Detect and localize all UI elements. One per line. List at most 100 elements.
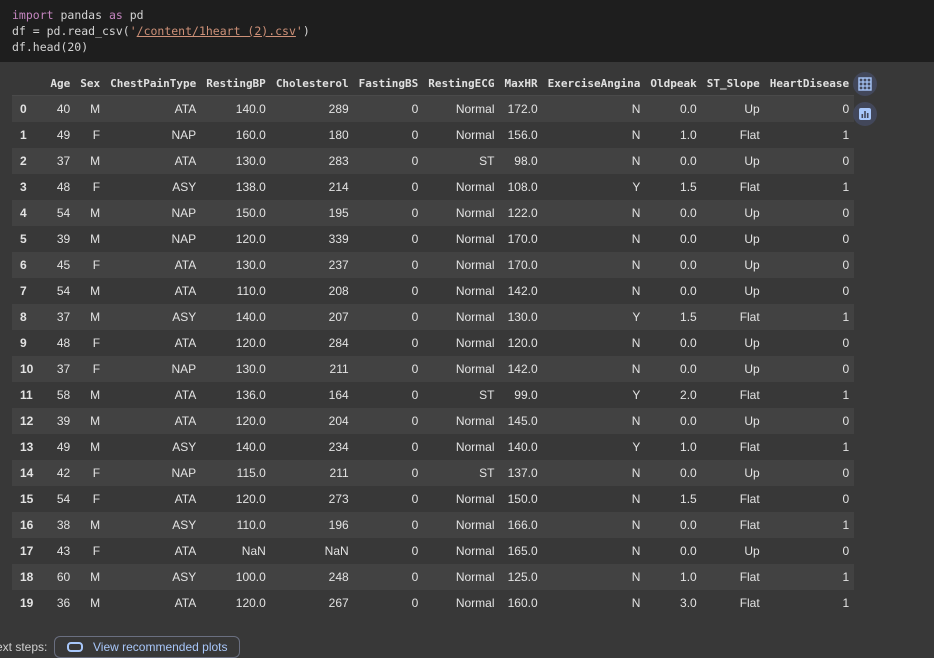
table-cell: 142.0 xyxy=(507,284,538,298)
table-cell: M xyxy=(90,596,101,610)
table-cell: N xyxy=(631,284,641,298)
table-cell: 1.0 xyxy=(680,440,697,454)
column-header: Sex xyxy=(75,72,106,96)
table-cell: 145.0 xyxy=(507,414,538,428)
table-cell: ASY xyxy=(172,570,197,584)
code-cell[interactable]: import pandas as pd df = pd.read_csv('/c… xyxy=(0,0,934,62)
table-cell: ATA xyxy=(174,284,197,298)
table-cell: NAP xyxy=(171,232,197,246)
row-index: 10 xyxy=(20,362,34,376)
table-cell: N xyxy=(631,544,641,558)
table-cell: Normal xyxy=(455,180,495,194)
cell-output: Age Sex ChestPainType RestingBP Cholesterol F… xyxy=(0,62,934,649)
table-cell: 0 xyxy=(411,596,419,610)
table-cell: 170.0 xyxy=(507,232,538,246)
table-row: 8 37 M ASY 140.0 207 0 Normal 130.0 Y 1.5 Flat 1 xyxy=(12,304,855,330)
table-cell: 100.0 xyxy=(235,570,266,584)
table-cell: 37 xyxy=(56,154,71,168)
table-cell: Flat xyxy=(739,180,760,194)
table-cell: 130.0 xyxy=(235,362,266,376)
table-cell: N xyxy=(631,206,641,220)
table-cell: N xyxy=(631,492,641,506)
table-cell: 0 xyxy=(842,284,850,298)
table-cell: 1 xyxy=(842,310,850,324)
table-cell: Normal xyxy=(455,570,495,584)
row-index: 6 xyxy=(20,258,27,272)
table-cell: 98.0 xyxy=(514,154,538,168)
table-cell: 0.0 xyxy=(680,154,697,168)
column-header: ExerciseAngina xyxy=(542,72,646,96)
table-cell: 0.0 xyxy=(680,518,697,532)
table-cell: ATA xyxy=(174,258,197,272)
table-cell: F xyxy=(92,258,101,272)
table-cell: F xyxy=(92,362,101,376)
table-cell: N xyxy=(631,570,641,584)
table-cell: N xyxy=(631,596,641,610)
table-cell: 165.0 xyxy=(507,544,538,558)
table-cell: Normal xyxy=(455,232,495,246)
table-cell: 0 xyxy=(411,206,419,220)
table-cell: ATA xyxy=(174,596,197,610)
table-cell: 0.0 xyxy=(680,232,697,246)
table-cell: 0 xyxy=(842,544,850,558)
table-cell: 0 xyxy=(411,440,419,454)
table-cell: F xyxy=(92,544,101,558)
table-cell: M xyxy=(90,570,101,584)
table-cell: 40 xyxy=(56,102,71,116)
table-row: 2 37 M ATA 130.0 283 0 ST 98.0 N 0.0 Up 0 xyxy=(12,148,855,174)
table-row: 11 58 M ATA 136.0 164 0 ST 99.0 Y 2.0 Flat 1 xyxy=(12,382,855,408)
file-path-link[interactable]: /content/1heart (2).csv xyxy=(137,24,296,38)
table-cell: 138.0 xyxy=(235,180,266,194)
table-cell: 120.0 xyxy=(235,492,266,506)
row-index: 19 xyxy=(20,596,34,610)
table-cell: ATA xyxy=(174,388,197,402)
table-cell: 0.0 xyxy=(680,336,697,350)
table-cell: 273 xyxy=(328,492,349,506)
table-cell: N xyxy=(631,128,641,142)
table-cell: 0 xyxy=(842,414,850,428)
table-cell: 108.0 xyxy=(507,180,538,194)
table-cell: 125.0 xyxy=(507,570,538,584)
column-header: MaxHR xyxy=(499,72,543,96)
table-cell: 150.0 xyxy=(507,492,538,506)
table-cell: N xyxy=(631,518,641,532)
row-index: 17 xyxy=(20,544,34,558)
table-cell: 0 xyxy=(411,336,419,350)
table-cell: Up xyxy=(744,232,760,246)
table-icon[interactable] xyxy=(853,72,877,96)
table-cell: 0 xyxy=(411,466,419,480)
table-cell: N xyxy=(631,336,641,350)
code-line-2: df = pd.read_csv('/content/1heart (2).cs… xyxy=(12,23,934,39)
table-cell: Normal xyxy=(455,206,495,220)
row-index: 3 xyxy=(20,180,27,194)
table-cell: 115.0 xyxy=(236,466,266,480)
table-cell: Y xyxy=(632,440,641,454)
table-cell: 0 xyxy=(842,258,850,272)
table-cell: 0 xyxy=(411,362,419,376)
table-cell: 156.0 xyxy=(507,128,538,142)
table-cell: ST xyxy=(479,154,495,168)
table-cell: 110.0 xyxy=(236,284,266,298)
table-cell: ASY xyxy=(172,440,197,454)
table-body: 0 40 M ATA 140.0 289 0 Normal 172.0 N 0.0 Up 0 1 49 F NA… xyxy=(12,95,855,616)
table-cell: 140.0 xyxy=(507,440,538,454)
table-cell: 54 xyxy=(56,206,71,220)
view-recommended-plots-button[interactable]: View recommended plots xyxy=(54,636,240,658)
table-cell: 39 xyxy=(56,232,71,246)
table-cell: 0 xyxy=(842,102,850,116)
table-row: 5 39 M NAP 120.0 339 0 Normal 170.0 N 0.0 Up 0 xyxy=(12,226,855,252)
table-cell: Normal xyxy=(455,258,495,272)
table-cell: ATA xyxy=(174,336,197,350)
table-cell: F xyxy=(92,128,101,142)
table-cell: 39 xyxy=(56,414,71,428)
table-cell: Up xyxy=(744,206,760,220)
table-cell: 0.0 xyxy=(680,284,697,298)
table-row: 1 49 F NAP 160.0 180 0 Normal 156.0 N 1.0 Flat 1 xyxy=(12,122,855,148)
row-index: 8 xyxy=(20,310,27,324)
table-cell: F xyxy=(92,180,101,194)
row-index: 16 xyxy=(20,518,34,532)
plot-icon xyxy=(67,642,83,652)
table-cell: 1 xyxy=(842,388,850,402)
chart-icon[interactable] xyxy=(853,102,877,126)
code-line-3: df.head(20) xyxy=(12,40,89,54)
